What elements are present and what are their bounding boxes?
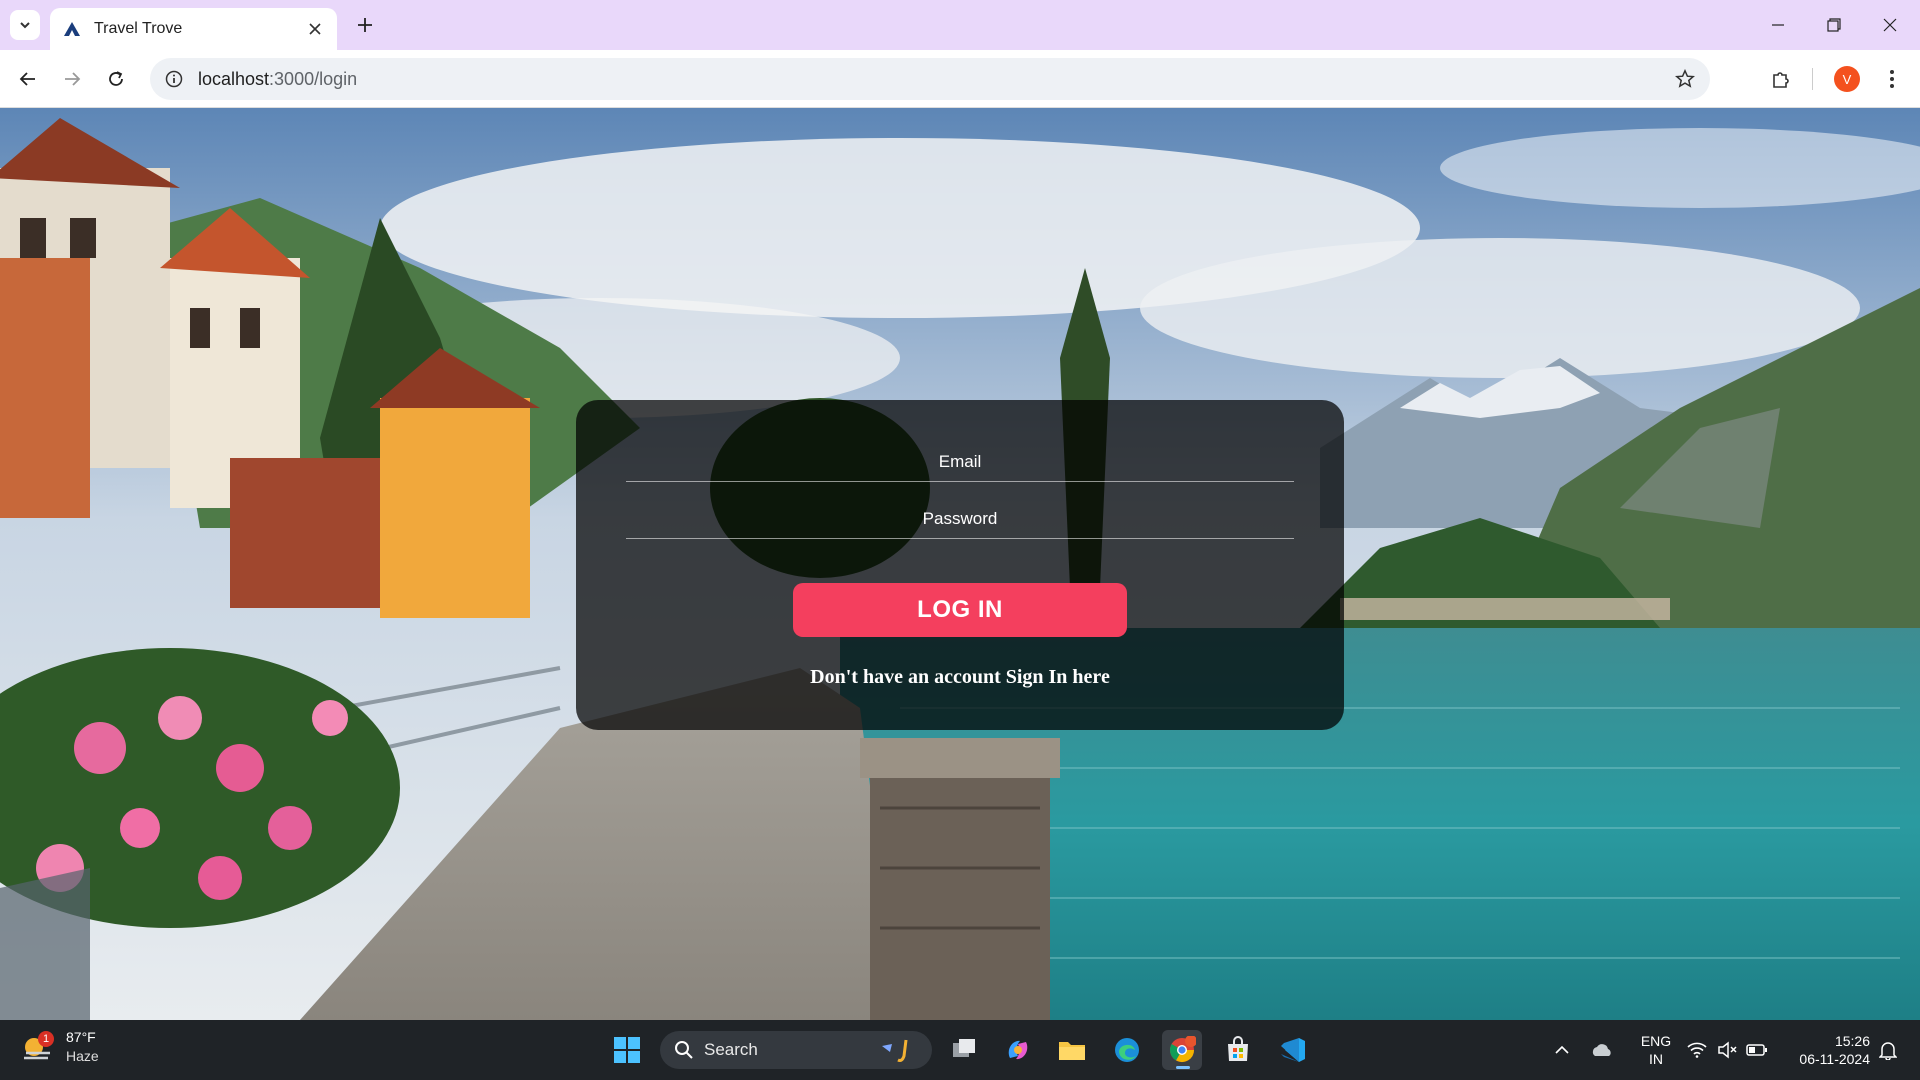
taskbar-search[interactable]: Search	[660, 1031, 932, 1069]
taskbar-search-label: Search	[704, 1040, 758, 1059]
volume-muted-icon[interactable]	[1715, 1038, 1739, 1062]
search-highlight-icon	[882, 1039, 908, 1062]
onedrive-cloud-icon[interactable]	[1590, 1038, 1614, 1062]
address-url: localhost:3000/login	[198, 69, 1672, 90]
tab-title: Travel Trove	[94, 20, 183, 37]
site-info-icon[interactable]	[162, 67, 186, 91]
signup-link[interactable]: Don't have an account Sign In here	[576, 666, 1344, 689]
battery-icon[interactable]	[1745, 1038, 1769, 1062]
file-explorer-icon[interactable]	[1052, 1030, 1092, 1070]
profile-initial: V	[1834, 66, 1860, 92]
windows-taskbar: 1 87°F Haze Search ENG IN 15:26 06-11-20…	[0, 1020, 1920, 1080]
browser-tab[interactable]: Travel Trove	[50, 8, 337, 50]
password-field[interactable]	[626, 499, 1294, 539]
microsoft-store-icon[interactable]	[1218, 1030, 1258, 1070]
login-button[interactable]: LOG IN	[793, 583, 1127, 637]
restore-icon[interactable]	[1814, 10, 1854, 40]
clock-date: 06-11-2024	[1799, 1051, 1870, 1067]
travel-trove-favicon-icon	[62, 19, 82, 39]
address-bar[interactable]: localhost:3000/login	[150, 58, 1710, 100]
input-language-indicator[interactable]: ENG IN	[1634, 1032, 1678, 1068]
login-card: LOG IN Don't have an account Sign In her…	[576, 400, 1344, 730]
profile-avatar[interactable]: V	[1831, 63, 1863, 95]
toolbar-divider	[1812, 68, 1813, 90]
reload-icon[interactable]	[100, 63, 132, 95]
chrome-browser-icon[interactable]	[1162, 1030, 1202, 1070]
active-app-indicator	[1176, 1066, 1190, 1069]
vscode-icon[interactable]	[1273, 1030, 1313, 1070]
tab-search-chevron-icon[interactable]	[10, 10, 40, 40]
close-window-icon[interactable]	[1870, 10, 1910, 40]
new-tab-plus-icon[interactable]	[352, 12, 378, 38]
page-viewport: LOG IN Don't have an account Sign In her…	[0, 108, 1920, 1020]
edge-browser-icon[interactable]	[1107, 1030, 1147, 1070]
weather-notification-badge: 1	[38, 1031, 54, 1047]
browser-tab-bar: Travel Trove	[0, 0, 1920, 50]
notifications-bell-icon[interactable]	[1876, 1038, 1900, 1062]
url-path: :3000/login	[269, 68, 358, 89]
search-icon	[675, 1041, 693, 1059]
clock-time: 15:26	[1834, 1033, 1870, 1049]
browser-menu-kebab-icon[interactable]	[1876, 63, 1908, 95]
taskbar-clock[interactable]: 15:26 06-11-2024	[1780, 1032, 1870, 1068]
extensions-puzzle-icon[interactable]	[1765, 63, 1797, 95]
weather-description: Haze	[66, 1048, 99, 1064]
weather-widget[interactable]: 1 87°F Haze	[20, 1028, 99, 1066]
task-view-icon[interactable]	[944, 1030, 984, 1070]
copilot-icon[interactable]	[998, 1030, 1038, 1070]
forward-arrow-icon[interactable]	[56, 63, 88, 95]
browser-toolbar: localhost:3000/login V	[0, 50, 1920, 108]
weather-temperature: 87°F	[66, 1029, 96, 1045]
url-host: localhost	[198, 68, 270, 89]
bookmark-star-icon[interactable]	[1672, 66, 1698, 92]
minimize-icon[interactable]	[1758, 10, 1798, 40]
email-field[interactable]	[626, 442, 1294, 482]
weather-text: 87°F Haze	[66, 1028, 99, 1066]
windows-start-icon[interactable]	[607, 1030, 647, 1070]
show-hidden-icons-chevron-icon[interactable]	[1550, 1038, 1574, 1062]
weather-haze-icon: 1	[20, 1029, 56, 1065]
wifi-icon[interactable]	[1685, 1038, 1709, 1062]
language-code: ENG	[1640, 1033, 1672, 1049]
region-code: IN	[1649, 1051, 1663, 1067]
back-arrow-icon[interactable]	[12, 63, 44, 95]
tab-close-icon[interactable]	[305, 19, 325, 39]
